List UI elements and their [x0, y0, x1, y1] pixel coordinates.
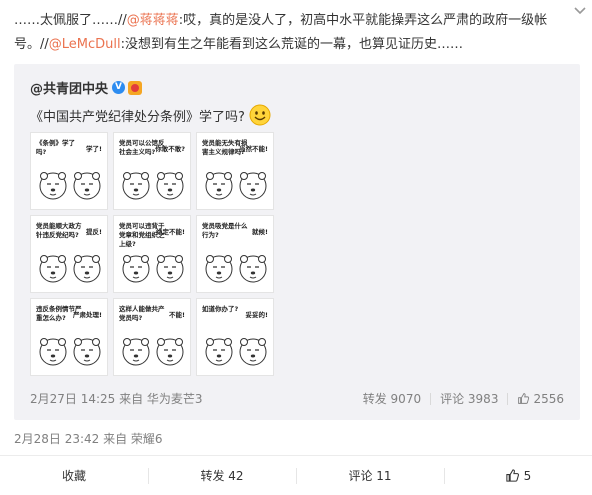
repost-text: 《中国共产党纪律处分条例》学了吗?	[30, 104, 271, 126]
action-bar: 收藏 转发 42 评论 11 5	[0, 455, 592, 495]
meme-image[interactable]: 这样人能做共产党员吗? 不能!	[113, 298, 191, 376]
thumbs-up-icon	[506, 469, 519, 482]
meme-image[interactable]: 党员可以违背于党章和党组织之上级? 绝定不能!	[113, 215, 191, 293]
meme-question-text: 党员吸党是什么行为?	[202, 222, 248, 239]
meme-answer-text: 不能!	[169, 311, 185, 319]
meme-answer-text: 绝定不能!	[156, 228, 185, 236]
divider	[507, 392, 509, 405]
comment-count-link[interactable]: 评论 3983	[440, 390, 498, 407]
collect-label: 收藏	[61, 469, 86, 483]
reposted-weibo: @共青团中央 V 《中国共产党纪律处分条例》学了吗? 《条例》学了吗? 学了! 党…	[14, 64, 580, 420]
repost-label: 转发 42	[200, 469, 244, 483]
meme-image[interactable]: 违反条例情节严重怎么办? 严肃处理!	[30, 298, 108, 376]
meme-question-text: 这样人能做共产党员吗?	[119, 305, 165, 322]
repost-author-name[interactable]: @共青团中央	[30, 78, 108, 97]
meme-question-text: 如道你办了?	[202, 305, 239, 313]
repost-button[interactable]: 转发 42	[148, 456, 296, 495]
meme-image[interactable]: 如道你办了? 妥妥的!	[196, 298, 274, 376]
bear-faces-illustration	[122, 255, 184, 283]
repost-stats: 转发 9070 评论 3983 2556	[363, 390, 564, 407]
like-count[interactable]: 2556	[533, 392, 564, 406]
bear-faces-illustration	[39, 338, 101, 366]
repost-author: @共青团中央 V	[30, 78, 143, 97]
like-button[interactable]: 5	[444, 456, 592, 495]
bear-faces-illustration	[122, 172, 184, 200]
post-text-suffix: :没想到有生之年能看到这么荒诞的一幕，也算见证历史……	[120, 37, 464, 52]
meme-answer-text: 就候!	[252, 228, 268, 236]
bear-faces-illustration	[122, 338, 184, 366]
meme-question-text: 《条例》学了吗?	[36, 139, 75, 156]
post-text: ……太佩服了……//@蒋蒋蒋:哎，真的是没人了，初高中水平就能操弄这么严肃的政府…	[14, 9, 574, 57]
post-timestamp[interactable]: 2月28日 23:42 来自 荣耀6	[14, 430, 163, 447]
comment-label: 评论 11	[348, 469, 392, 483]
government-badge-icon	[128, 80, 143, 95]
like-label: 5	[523, 468, 532, 483]
repost-count-link[interactable]: 转发 9070	[363, 390, 421, 407]
meme-image[interactable]: 党员能无失有损害主义规律吗? 当然不能!	[196, 132, 274, 210]
meme-question-text: 党员能顺大政方针违反党纪吗?	[36, 222, 82, 239]
image-grid: 《条例》学了吗? 学了! 党员可以公馆反社会主义吗? 你敢不敢? 党员能无失有损害主…	[30, 132, 274, 376]
thumbs-up-icon[interactable]	[517, 392, 530, 405]
repost-text-content: 《中国共产党纪律处分条例》学了吗?	[30, 109, 245, 125]
bear-faces-illustration	[205, 338, 267, 366]
meme-answer-text: 你敢不敢?	[155, 145, 185, 153]
verified-v-icon: V	[112, 81, 126, 94]
post-text-prefix: ……太佩服了……//	[14, 13, 127, 28]
bear-faces-illustration	[205, 172, 267, 200]
meme-answer-text: 妥妥的!	[245, 311, 268, 319]
meme-answer-text: 学了!	[86, 145, 102, 153]
mention-link[interactable]: @LeMcDull	[49, 37, 121, 52]
meme-answer-text: 提反!	[86, 228, 102, 236]
meme-image[interactable]: 党员能顺大政方针违反党纪吗? 提反!	[30, 215, 108, 293]
divider	[430, 392, 432, 405]
mention-link[interactable]: @蒋蒋蒋	[127, 13, 179, 28]
bear-faces-illustration	[39, 172, 101, 200]
repost-timestamp[interactable]: 2月27日 14:25 来自 华为麦芒3	[30, 390, 203, 407]
bear-faces-illustration	[205, 255, 267, 283]
meme-answer-text: 严肃处理!	[73, 311, 102, 319]
meme-image[interactable]: 党员可以公馆反社会主义吗? 你敢不敢?	[113, 132, 191, 210]
smiley-emoji-icon	[249, 104, 271, 126]
meme-answer-text: 当然不能!	[239, 145, 268, 153]
bear-faces-illustration	[39, 255, 101, 283]
collect-button[interactable]: 收藏	[0, 456, 148, 495]
meme-image[interactable]: 党员吸党是什么行为? 就候!	[196, 215, 274, 293]
meme-image[interactable]: 《条例》学了吗? 学了!	[30, 132, 108, 210]
comment-button[interactable]: 评论 11	[296, 456, 444, 495]
chevron-down-icon[interactable]	[572, 2, 588, 18]
